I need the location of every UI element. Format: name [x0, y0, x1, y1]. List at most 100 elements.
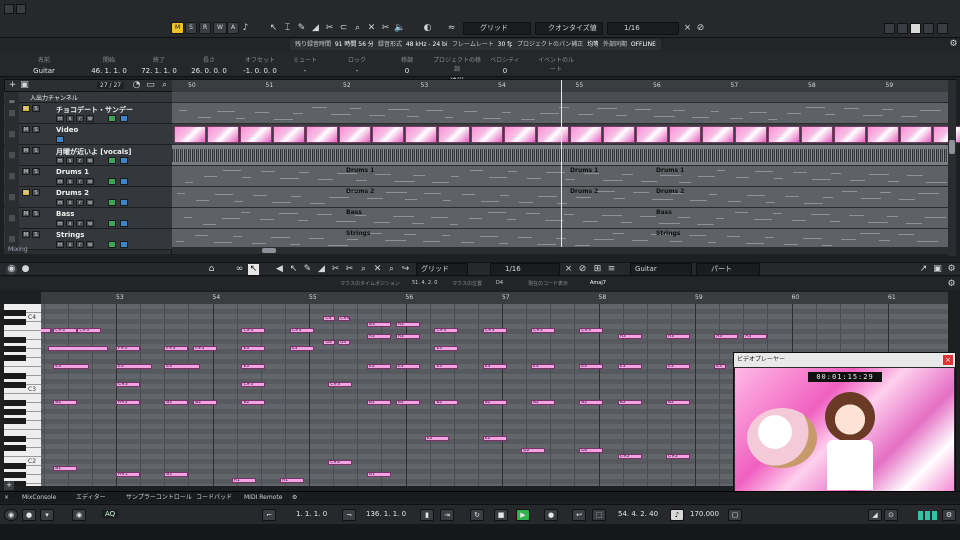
loop-back-icon[interactable]: ↩ — [572, 509, 586, 521]
open-in-window-icon[interactable]: ↗ — [918, 264, 929, 275]
edit-instrument-icon[interactable] — [120, 115, 128, 122]
midi-note[interactable]: A#2 — [116, 400, 140, 405]
punch-icon[interactable]: ▾ — [40, 509, 54, 521]
midi-note[interactable]: B2 — [617, 400, 642, 405]
midi-note[interactable]: B2 — [434, 400, 459, 405]
midi-note[interactable]: A1 — [280, 478, 305, 483]
midi-note[interactable]: A3 — [366, 334, 391, 339]
midi-note[interactable]: A3 — [714, 334, 739, 339]
midi-note[interactable]: A3 — [395, 334, 420, 339]
piano-black-key[interactable] — [4, 355, 26, 361]
track-mini-button[interactable]: m — [56, 178, 64, 185]
add-lane-icon[interactable]: + — [4, 481, 14, 490]
track-mini-button[interactable]: w — [86, 241, 94, 248]
edit-mode-icon[interactable]: ♪ — [240, 23, 251, 34]
piano-black-key[interactable] — [4, 472, 26, 478]
midi-note[interactable]: E3 — [434, 364, 459, 369]
track-lane[interactable] — [172, 145, 948, 166]
tab-editor[interactable]: エディター — [68, 492, 114, 504]
layout-bottom-icon[interactable] — [897, 23, 908, 34]
mute-tool-icon[interactable]: ✕ — [366, 23, 377, 34]
layout-rack-icon[interactable] — [923, 23, 934, 34]
midi-note[interactable]: E3 — [666, 364, 691, 369]
midi-note[interactable]: A3 — [395, 322, 420, 327]
track-mini-button[interactable]: w — [86, 115, 94, 122]
info-length[interactable]: 長さ 26. 0. 0. 0 — [182, 55, 236, 75]
zoom-tool-icon[interactable]: ⌕ — [358, 264, 369, 275]
midi-note[interactable]: C#3 — [434, 328, 459, 333]
line-tool-icon[interactable]: ↪ — [400, 264, 411, 275]
mute-button[interactable]: M — [22, 168, 30, 175]
midi-note[interactable]: G3 — [337, 340, 350, 345]
midi-note[interactable]: B2 — [395, 400, 420, 405]
track-mini-button[interactable]: w — [86, 178, 94, 185]
piano-black-key[interactable] — [4, 463, 26, 469]
solo-button[interactable]: S — [32, 126, 40, 133]
editor-quantize-dropdown[interactable]: 1/16 — [490, 263, 560, 276]
monitor-icon[interactable] — [108, 178, 116, 185]
layout-toggle-icon[interactable] — [937, 23, 948, 34]
midi-note[interactable]: B2 — [241, 400, 266, 405]
video-player-window[interactable]: ビデオプレーヤー × 00:01:15:29 — [733, 352, 956, 492]
arrange-window[interactable]: Drums 1 Drums 1 Drums 1 Drums 2 Drums 2 Drums… — [172, 92, 960, 254]
midi-note[interactable]: B2 — [579, 400, 604, 405]
iterative-quantize-icon[interactable]: ⊘ — [695, 23, 706, 34]
track-mini-button[interactable]: s — [66, 220, 74, 227]
track-mini-button[interactable]: r — [76, 157, 84, 164]
midi-note[interactable]: E2 — [482, 436, 507, 441]
close-icon[interactable]: × — [0, 492, 13, 504]
track-lane[interactable]: Drums 1 Drums 1 Drums 1 — [172, 166, 948, 187]
midi-note[interactable]: E3 — [241, 346, 266, 351]
track-mini-button[interactable]: r — [76, 115, 84, 122]
midi-note[interactable]: B3 — [366, 322, 391, 327]
solo-button[interactable]: S — [32, 168, 40, 175]
link-icon[interactable]: ∞ — [234, 264, 245, 275]
stop-icon[interactable]: ■ — [494, 509, 508, 521]
solo-button[interactable]: S — [32, 210, 40, 217]
midi-note[interactable]: E3 — [289, 346, 314, 351]
shift-icon[interactable]: ⇥ — [440, 509, 454, 521]
track-name[interactable]: 入出力チャンネル — [30, 93, 78, 102]
midi-note[interactable]: A3 — [743, 334, 768, 339]
track-header[interactable]: ||| Video M S — [4, 124, 172, 145]
midi-note[interactable]: E3 — [395, 364, 420, 369]
info-offset[interactable]: オフセット -1. 0. 0. 0 — [232, 55, 288, 75]
track-header[interactable]: ||| Drums 2 MSmsrw — [4, 187, 172, 208]
piano-black-key[interactable] — [4, 319, 26, 325]
midi-note[interactable]: C#3 — [77, 328, 102, 333]
midi-note[interactable]: B1 — [53, 466, 78, 471]
midi-note[interactable]: C#2 — [666, 454, 691, 459]
info-start[interactable]: 開始 46. 1. 1. 0 — [82, 55, 136, 75]
track-mini-button[interactable]: s — [66, 157, 74, 164]
info-end[interactable]: 終了 72. 1. 1. 0 — [132, 55, 186, 75]
cycle-icon[interactable]: ↻ — [470, 509, 484, 521]
piano-black-key[interactable] — [4, 400, 26, 406]
track-presets-icon[interactable]: ▣ — [19, 80, 30, 91]
info-transpose[interactable]: 移調 0 — [392, 55, 422, 75]
track-mini-button[interactable]: m — [56, 115, 64, 122]
track-mini-button[interactable]: m — [56, 157, 64, 164]
midi-note[interactable]: E2 — [424, 436, 449, 441]
midi-note[interactable]: C#3 — [241, 382, 266, 387]
midi-note[interactable]: C#3 — [482, 328, 507, 333]
glue-tool-icon[interactable]: ⊂ — [338, 23, 349, 34]
track-header[interactable]: ||| 月曜が近いよ [vocals] M Sm s r w — [4, 145, 172, 166]
transport-settings-icon[interactable]: ⚙ — [942, 509, 956, 521]
settings-gear-icon[interactable]: ⚙ — [948, 39, 959, 50]
track-lane[interactable]: Drums 2 Drums 2 Drums 2 — [172, 187, 948, 208]
track-mini-button[interactable]: w — [86, 220, 94, 227]
zoom-icon[interactable]: ▭ — [145, 80, 156, 91]
mute-mode-button[interactable]: M — [171, 22, 185, 34]
midi-note[interactable]: B2 — [366, 400, 391, 405]
midi-note[interactable]: E3 — [617, 364, 642, 369]
edit-options-icon[interactable]: ⌂ — [206, 264, 217, 275]
midi-note[interactable]: E3 — [434, 346, 459, 351]
midi-note[interactable]: C#3 — [241, 328, 266, 333]
editor-settings-icon[interactable]: ⚙ — [946, 264, 957, 275]
piano-black-key[interactable] — [4, 436, 26, 442]
window-layout-icon-2[interactable] — [16, 4, 26, 14]
tempo-display[interactable]: 170.000 — [690, 510, 719, 518]
mute-button[interactable]: M — [22, 126, 30, 133]
solo-button[interactable]: S — [32, 189, 40, 196]
track-name[interactable]: Video — [56, 126, 78, 134]
